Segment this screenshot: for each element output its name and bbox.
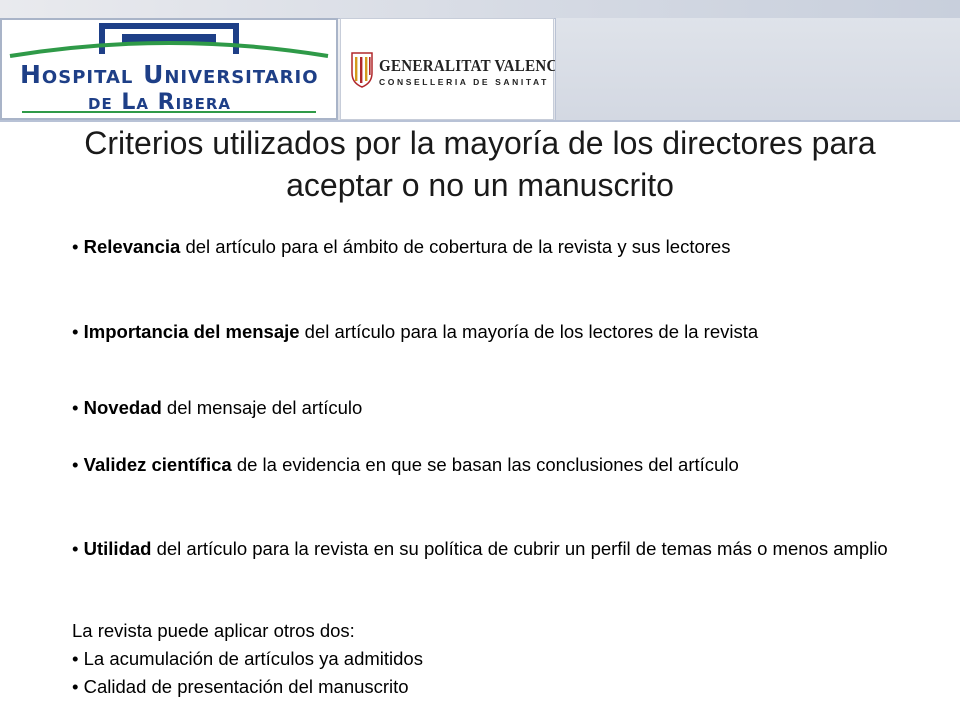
hospital-logo-line1: Hospital Universitario [20, 60, 319, 89]
header-top-bar [0, 0, 960, 19]
bullet: • [72, 454, 79, 475]
header-right-panel [555, 18, 960, 120]
criterion-utilidad: • Utilidad del artículo para la revista … [72, 538, 892, 560]
bullet: • [72, 538, 79, 559]
criterion-text: de la evidencia en que se basan las conc… [231, 454, 739, 475]
generalitat-logo-line2: CONSELLERIA DE SANITAT [379, 77, 549, 87]
hospital-logo-line2: de La Ribera [88, 90, 232, 115]
hospital-logo: Hospital Universitario de La Ribera [0, 18, 338, 120]
criterion-text: del mensaje del artículo [161, 397, 363, 418]
criterion-text: del artículo para la mayoría de los lect… [299, 321, 759, 342]
bullet: • [72, 397, 79, 418]
criterion-term: Importancia del mensaje [83, 321, 300, 342]
extra-criterion-text: Calidad de presentación del manuscrito [83, 676, 409, 697]
criterion-term: Validez científica [83, 454, 232, 475]
criterion-term: Utilidad [83, 538, 152, 559]
criterion-term: Relevancia [83, 236, 181, 257]
extra-criteria-intro: La revista puede aplicar otros dos: [72, 620, 355, 641]
bullet: • [72, 236, 79, 257]
criterion-text: del artículo para la revista en su polít… [151, 538, 888, 559]
slide-title: Criterios utilizados por la mayoría de l… [84, 125, 876, 203]
criterion-validez: • Validez científica de la evidencia en … [72, 454, 892, 476]
hospital-logo-graphic: Hospital Universitario de La Ribera [2, 20, 336, 118]
criterion-novedad: • Novedad del mensaje del artículo [72, 397, 892, 419]
criterion-importancia: • Importancia del mensaje del artículo p… [72, 321, 892, 343]
extra-criterion-acumulacion: • La acumulación de artículos ya admitid… [72, 648, 423, 670]
extra-criterion-text: La acumulación de artículos ya admitidos [83, 648, 423, 669]
bullet: • [72, 648, 79, 669]
generalitat-crest-icon [351, 52, 373, 88]
criterion-text: del artículo para el ámbito de cobertura… [180, 236, 731, 257]
criterion-relevancia: • Relevancia del artículo para el ámbito… [72, 236, 892, 258]
extra-criterion-calidad: • Calidad de presentación del manuscrito [72, 676, 409, 698]
bullet: • [72, 676, 79, 697]
bullet: • [72, 321, 79, 342]
generalitat-logo: GENERALITAT VALENCIANA CONSELLERIA DE SA… [340, 18, 597, 120]
criterion-term: Novedad [83, 397, 162, 418]
